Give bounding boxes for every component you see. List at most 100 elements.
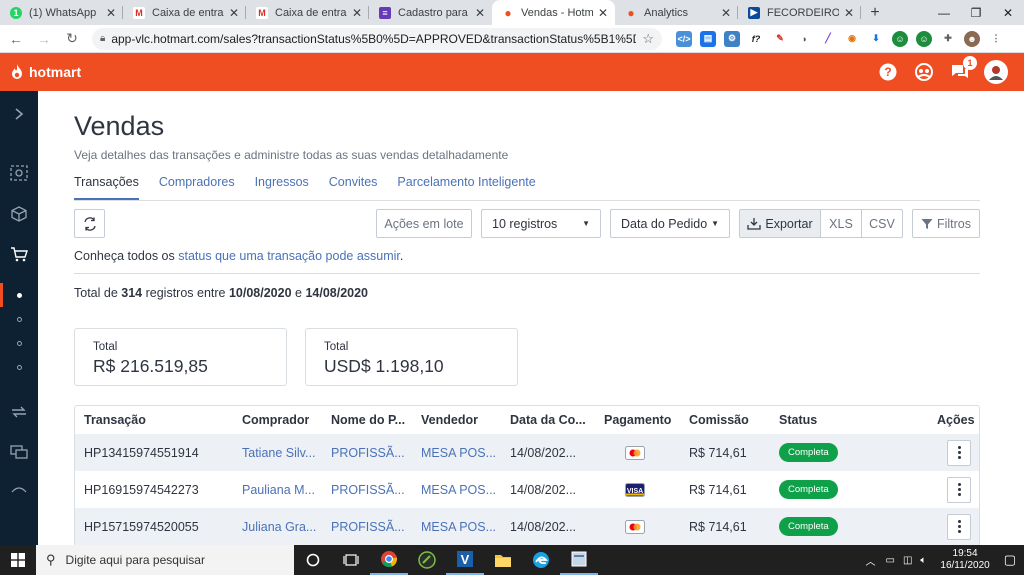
row-actions-button[interactable] <box>947 471 971 508</box>
export-button[interactable]: Exportar <box>739 209 821 238</box>
batch-actions-button[interactable]: Ações em lote <box>376 209 472 238</box>
cortana-icon[interactable] <box>294 545 332 575</box>
close-icon[interactable]: ✕ <box>597 6 609 20</box>
product-link[interactable]: PROFISSÃ... <box>331 434 415 471</box>
close-window-button[interactable]: ✕ <box>992 0 1024 25</box>
extension-icon[interactable]: ✎ <box>772 30 788 47</box>
close-icon[interactable]: ✕ <box>720 6 732 20</box>
extension-icon[interactable]: </> <box>676 30 692 47</box>
date-field-select[interactable]: Data do Pedido ▼ <box>610 209 730 238</box>
col-header-pagamento[interactable]: Pagamento <box>604 406 671 434</box>
browser-tab-vendas[interactable]: ● Vendas - Hotmart ✕ <box>492 0 615 25</box>
volume-icon[interactable]: 🔈︎ <box>920 555 926 566</box>
bookmark-star-icon[interactable]: ☆ <box>642 31 654 47</box>
table-row[interactable]: HP15715974520055 Juliana Gra... PROFISSÃ… <box>75 508 979 545</box>
hotmart-logo[interactable]: hotmart <box>10 64 81 80</box>
app-taskbar-icon[interactable] <box>408 545 446 575</box>
back-button[interactable]: ← <box>4 27 28 51</box>
seller-link[interactable]: MESA POS... <box>421 434 505 471</box>
extension-icon[interactable]: ◉ <box>844 30 860 47</box>
extension-icon[interactable]: f? <box>748 30 764 47</box>
task-view-icon[interactable] <box>332 545 370 575</box>
table-row[interactable]: HP16915974542273 Pauliana M... PROFISSÃ.… <box>75 471 979 508</box>
close-icon[interactable]: ✕ <box>228 6 240 20</box>
tray-chevron-icon[interactable]: ︿ <box>865 553 875 568</box>
tab-transacoes[interactable]: Transações <box>74 173 139 200</box>
app-v-taskbar-icon[interactable]: V <box>446 545 484 575</box>
browser-tab-forms[interactable]: ≡ Cadastro para rece ✕ <box>369 0 492 25</box>
forward-button[interactable]: → <box>32 27 56 51</box>
sidebar-item-recurrence-icon[interactable] <box>0 397 38 427</box>
battery-icon[interactable]: ▭ <box>885 555 894 566</box>
csv-button[interactable]: CSV <box>861 209 903 238</box>
close-icon[interactable]: ✕ <box>351 6 363 20</box>
menu-dots-icon[interactable]: ⋮ <box>988 30 1004 47</box>
sidebar-item-messages-icon[interactable] <box>0 437 38 467</box>
sidebar-subitem[interactable] <box>0 352 38 382</box>
buyer-link[interactable]: Tatiane Silv... <box>242 434 324 471</box>
expand-sidebar-icon[interactable] <box>0 99 38 129</box>
file-explorer-icon[interactable] <box>484 545 522 575</box>
col-header-data[interactable]: Data da Co... <box>510 406 586 434</box>
new-tab-button[interactable]: + <box>861 0 889 25</box>
extension-icon[interactable]: ◑ <box>796 30 812 47</box>
app-window-icon[interactable] <box>560 545 598 575</box>
extension-icon[interactable]: ⬇ <box>868 30 884 47</box>
puzzle-icon[interactable]: ✚ <box>940 30 956 47</box>
address-bar[interactable]: 🔒︎ app-vlc.hotmart.com/sales?transaction… <box>92 27 662 50</box>
status-info-link[interactable]: status que uma transação pode assumir <box>178 249 400 263</box>
col-header-comprador[interactable]: Comprador <box>242 406 309 434</box>
network-icon[interactable]: ◫ <box>903 555 912 566</box>
tab-parcelamento[interactable]: Parcelamento Inteligente <box>397 173 535 200</box>
buyer-link[interactable]: Pauliana M... <box>242 471 324 508</box>
taskbar-search[interactable]: ⚲ Digite aqui para pesquisar <box>36 545 294 575</box>
chrome-taskbar-icon[interactable] <box>370 545 408 575</box>
browser-tab-gmail-2[interactable]: M Caixa de entrada - ✕ <box>246 0 369 25</box>
browser-tab-gmail-1[interactable]: M Caixa de entrada - ✕ <box>123 0 246 25</box>
xls-button[interactable]: XLS <box>820 209 862 238</box>
close-icon[interactable]: ✕ <box>474 6 486 20</box>
filters-button[interactable]: Filtros <box>912 209 980 238</box>
close-icon[interactable]: ✕ <box>843 6 855 20</box>
extension-icon[interactable]: ╱ <box>820 30 836 47</box>
col-header-vendedor[interactable]: Vendedor <box>421 406 478 434</box>
help-icon[interactable]: ? <box>878 62 898 82</box>
sidebar-item-more-icon[interactable] <box>0 475 38 505</box>
sidebar-item-sales-cart-icon[interactable] <box>0 239 38 269</box>
extension-icon[interactable]: ☺ <box>916 30 932 47</box>
product-link[interactable]: PROFISSÃ... <box>331 471 415 508</box>
notifications-icon[interactable]: ▢ <box>1004 552 1016 568</box>
row-actions-button[interactable] <box>947 434 971 471</box>
refresh-button[interactable] <box>74 209 105 238</box>
extension-icon[interactable]: ☺ <box>892 30 908 47</box>
taskbar-clock[interactable]: 19:54 16/11/2020 <box>940 548 989 572</box>
tab-compradores[interactable]: Compradores <box>159 173 235 200</box>
tab-ingressos[interactable]: Ingressos <box>255 173 309 200</box>
seller-link[interactable]: MESA POS... <box>421 471 505 508</box>
page-size-select[interactable]: 10 registros ▼ <box>481 209 601 238</box>
buyer-link[interactable]: Juliana Gra... <box>242 508 324 545</box>
close-icon[interactable]: ✕ <box>105 6 117 20</box>
minimize-button[interactable]: — <box>928 0 960 25</box>
seller-link[interactable]: MESA POS... <box>421 508 505 545</box>
community-icon[interactable] <box>914 62 934 82</box>
col-header-comissao[interactable]: Comissão <box>689 406 749 434</box>
profile-avatar[interactable]: ☻ <box>964 30 980 47</box>
col-header-status[interactable]: Status <box>779 406 817 434</box>
reload-button[interactable]: ↻ <box>60 27 84 51</box>
col-header-transacao[interactable]: Transação <box>84 406 146 434</box>
row-actions-button[interactable] <box>947 508 971 545</box>
sidebar-item-products[interactable] <box>0 199 38 229</box>
edge-icon[interactable] <box>522 545 560 575</box>
extension-icon[interactable]: ▤ <box>700 30 716 47</box>
extension-icon[interactable]: ⚙ <box>724 30 740 47</box>
table-row[interactable]: HP13415974551914 Tatiane Silv... PROFISS… <box>75 434 979 471</box>
col-header-produto[interactable]: Nome do P... <box>331 406 405 434</box>
browser-tab-analytics[interactable]: ● Analytics ✕ <box>615 0 738 25</box>
product-link[interactable]: PROFISSÃ... <box>331 508 415 545</box>
user-avatar[interactable] <box>984 60 1008 84</box>
browser-tab-fecordeiro[interactable]: ▶ FECORDEIRO Emai ✕ <box>738 0 861 25</box>
restore-button[interactable]: ❐ <box>960 0 992 25</box>
tab-convites[interactable]: Convites <box>329 173 378 200</box>
browser-tab-whatsapp[interactable]: 1 (1) WhatsApp ✕ <box>0 0 123 25</box>
